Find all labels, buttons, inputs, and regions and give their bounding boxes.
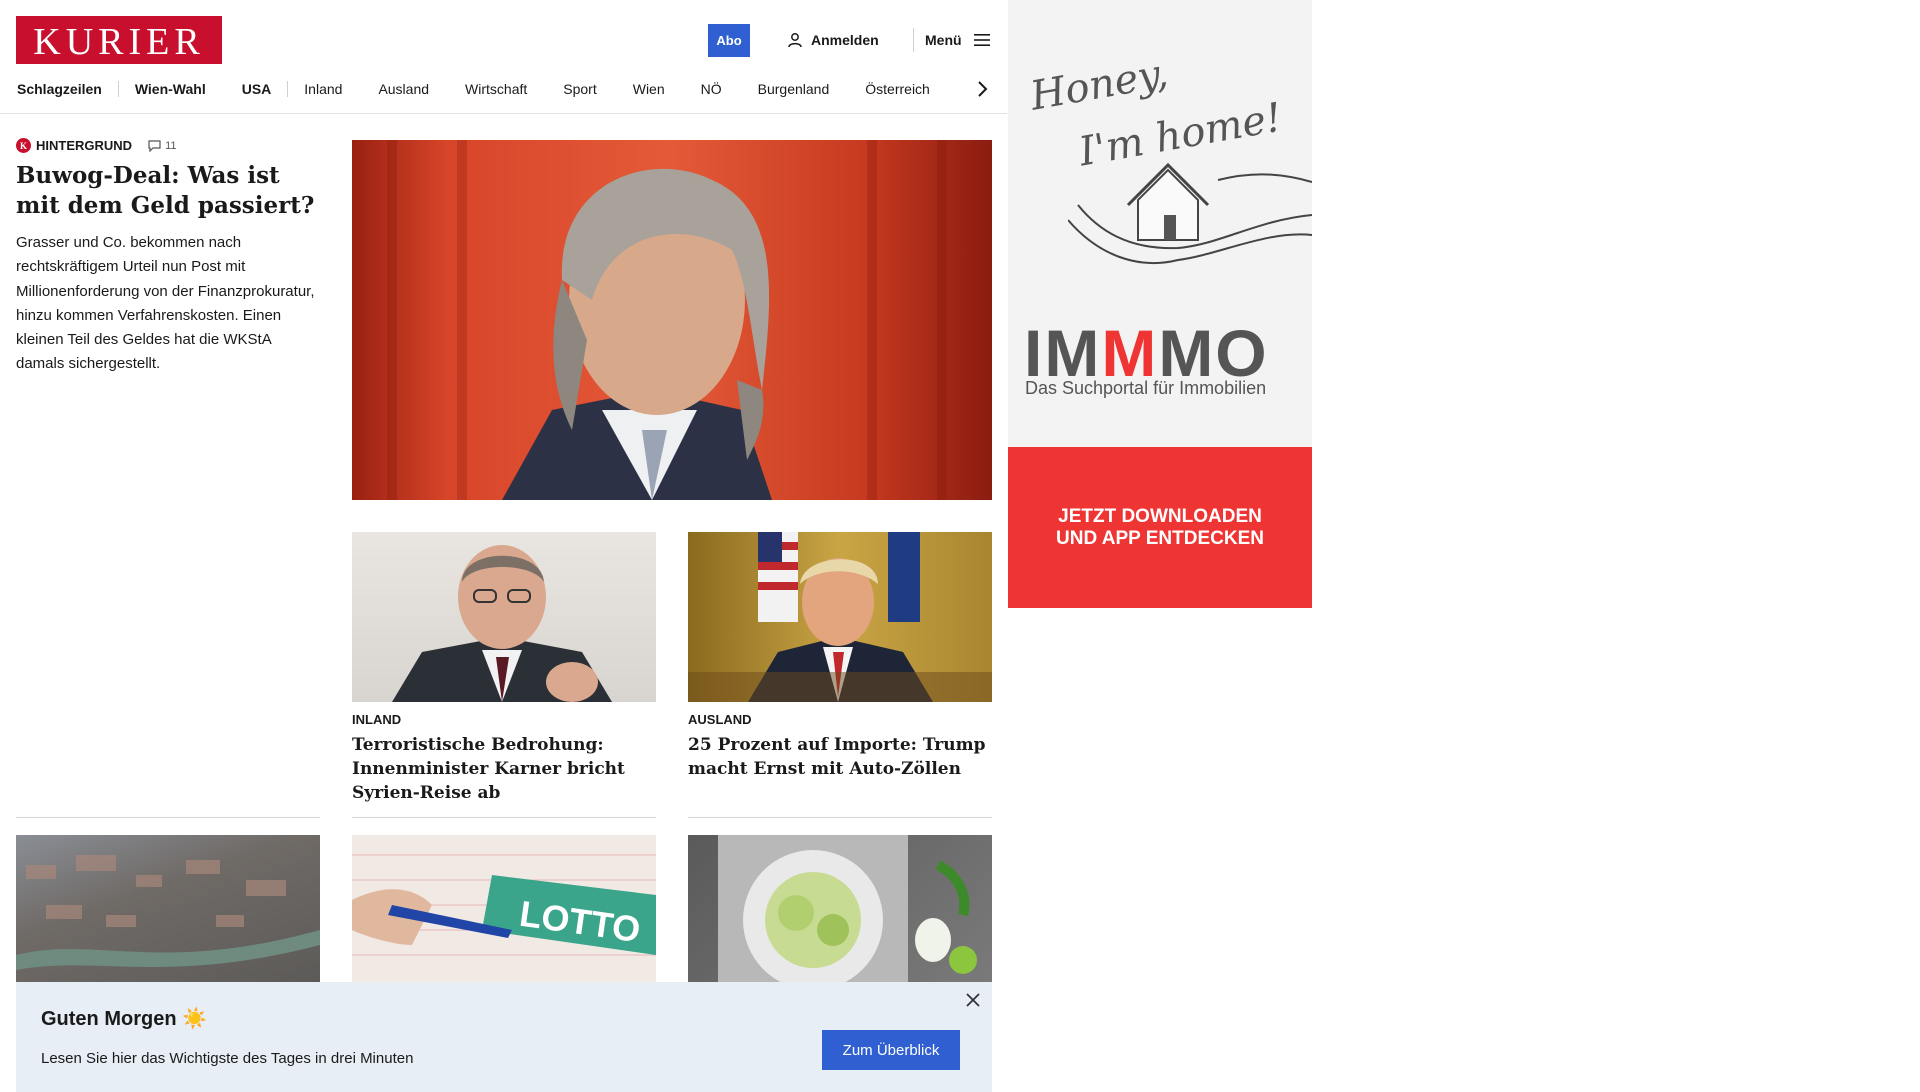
comment-count[interactable]: 11 — [148, 140, 176, 152]
nav-item-noe[interactable]: NÖ — [701, 81, 722, 97]
article-card[interactable]: INLAND Terroristische Bedrohung: Innenmi… — [352, 532, 656, 805]
city-aerial-illustration — [16, 855, 320, 970]
ad-tagline: Das Suchportal für Immobilien — [1025, 378, 1267, 398]
header-divider — [913, 28, 914, 52]
comment-count-value: 11 — [165, 139, 177, 152]
banner-subtitle: Lesen Sie hier das Wichtigste des Tages … — [41, 1050, 414, 1067]
ad-script-line1: Honey, — [1027, 50, 1172, 120]
nav-item-oesterreich[interactable]: Österreich — [865, 81, 930, 97]
hamburger-icon — [973, 34, 990, 46]
divider — [352, 817, 656, 818]
nav-item-wien-wahl[interactable]: Wien-Wahl — [135, 81, 206, 97]
article-photo-illustration — [392, 545, 612, 702]
article-image-food[interactable] — [688, 835, 992, 985]
login-button[interactable]: Anmelden — [787, 29, 879, 51]
menu-button[interactable]: Menü — [925, 29, 990, 51]
morning-briefing-banner: Guten Morgen ☀️ Lesen Sie hier das Wicht… — [16, 982, 992, 1092]
nav-item-wien[interactable]: Wien — [633, 81, 665, 97]
menu-label: Menü — [925, 32, 962, 48]
ad-cta-line2: UND APP ENTDECKEN — [1056, 527, 1264, 549]
nav-item-sport[interactable]: Sport — [563, 81, 596, 97]
article-photo-illustration — [688, 532, 992, 702]
hero-portrait-illustration — [387, 140, 947, 500]
nav-item-inland[interactable]: Inland — [304, 81, 342, 97]
divider — [16, 817, 320, 818]
lotto-ticket-illustration: LOTTO — [352, 854, 656, 956]
site-header: KURIER Abo Anmelden Menü Schlagzeilen Wi… — [0, 0, 1007, 114]
user-icon — [788, 33, 802, 48]
article-image[interactable] — [688, 532, 992, 702]
comment-icon — [148, 139, 161, 152]
nav-divider — [117, 81, 119, 97]
hero-category: HINTERGRUND — [36, 138, 133, 153]
article-card[interactable]: AUSLAND 25 Prozent auf Importe: Trump ma… — [688, 532, 992, 781]
nav-item-usa[interactable]: USA — [242, 81, 272, 97]
nav-divider — [287, 81, 289, 97]
ad-cta-button[interactable]: JETZT DOWNLOADEN UND APP ENTDECKEN — [1008, 447, 1312, 608]
salad-plate-illustration — [718, 835, 977, 985]
kurier-logo[interactable]: KURIER — [16, 16, 222, 64]
nav-item-wirtschaft[interactable]: Wirtschaft — [465, 81, 527, 97]
overview-button[interactable]: Zum Überblick — [822, 1030, 960, 1070]
article-title[interactable]: Terroristische Bedrohung: Innenminister … — [352, 733, 656, 805]
kurier-plus-badge-icon: K — [16, 138, 31, 153]
hero-kicker: K HINTERGRUND 11 — [16, 138, 316, 153]
hero-article[interactable]: K HINTERGRUND 11 Buwog-Deal: Was ist mit… — [16, 138, 316, 377]
hero-title[interactable]: Buwog-Deal: Was ist mit dem Geld passier… — [16, 161, 316, 221]
divider — [688, 817, 992, 818]
banner-title: Guten Morgen ☀️ — [41, 1008, 208, 1030]
advertisement-immmo[interactable]: Honey, I'm home! IMMMO Das Suchportal fü… — [1008, 0, 1312, 608]
article-category: AUSLAND — [688, 712, 752, 727]
article-image[interactable] — [352, 532, 656, 702]
nav-item-ausland[interactable]: Ausland — [378, 81, 429, 97]
nav-item-schlagzeilen[interactable]: Schlagzeilen — [17, 81, 102, 97]
login-label: Anmelden — [811, 32, 879, 48]
ad-visual: Honey, I'm home! IMMMO Das Suchportal fü… — [1008, 0, 1312, 447]
article-image-city[interactable] — [16, 835, 320, 985]
ad-cta-line1: JETZT DOWNLOADEN — [1058, 505, 1262, 527]
article-image-lotto[interactable]: LOTTO — [352, 835, 656, 985]
section-nav: Schlagzeilen Wien-Wahl USA Inland Auslan… — [17, 78, 930, 100]
chevron-right-icon[interactable] — [975, 79, 991, 99]
house-in-hand-icon — [1068, 162, 1312, 264]
hero-image[interactable] — [352, 140, 992, 500]
hero-lead: Grasser und Co. bekommen nach rechtskräf… — [16, 234, 315, 373]
abo-button[interactable]: Abo — [708, 24, 750, 57]
close-icon[interactable] — [965, 992, 981, 1008]
article-category: INLAND — [352, 712, 402, 727]
article-title[interactable]: 25 Prozent auf Importe: Trump macht Erns… — [688, 733, 992, 781]
nav-item-burgenland[interactable]: Burgenland — [758, 81, 830, 97]
